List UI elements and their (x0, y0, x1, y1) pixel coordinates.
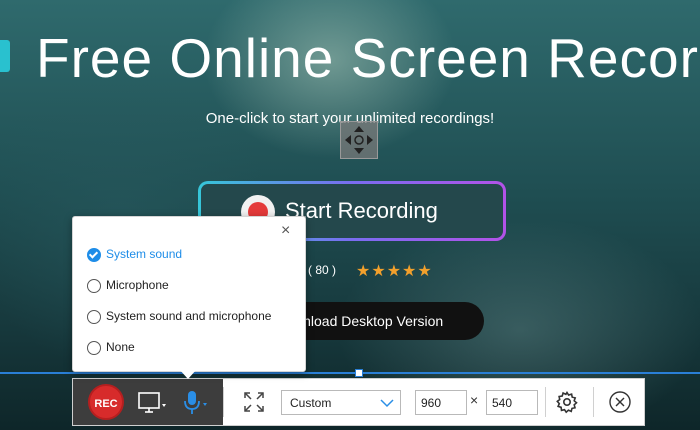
toolbar-source-section: REC (73, 379, 223, 425)
side-tab[interactable] (0, 40, 10, 72)
audio-source-menu: × System sound Microphone System sound a… (72, 216, 306, 379)
move-handle[interactable] (340, 121, 378, 159)
toolbar-divider (545, 387, 546, 417)
radio-icon (87, 279, 101, 293)
audio-option-label: None (106, 340, 135, 354)
download-desktop-label: wnload Desktop Version (293, 313, 444, 329)
display-icon[interactable] (137, 391, 167, 415)
gear-icon[interactable] (555, 390, 579, 414)
dimension-separator: × (470, 392, 479, 408)
rec-button[interactable]: REC (88, 384, 124, 420)
size-preset-select[interactable]: Custom (281, 390, 401, 415)
toolbar-divider (593, 387, 594, 417)
capture-region-border (0, 372, 700, 374)
size-preset-value: Custom (290, 396, 332, 410)
radio-icon (87, 341, 101, 355)
recorder-toolbar: REC Custom 960 × 540 (72, 378, 645, 426)
start-recording-label: Start Recording (285, 198, 438, 223)
audio-option-label: Microphone (106, 278, 169, 292)
chevron-down-icon (380, 399, 394, 408)
region-resize-handle[interactable] (355, 369, 363, 377)
height-input[interactable]: 540 (486, 390, 538, 415)
radio-icon (87, 310, 101, 324)
width-input[interactable]: 960 (415, 390, 467, 415)
menu-pointer (179, 369, 197, 379)
close-icon[interactable]: × (281, 223, 290, 239)
download-desktop-button[interactable]: wnload Desktop Version (275, 302, 484, 340)
checkmark-icon (87, 248, 101, 262)
audio-option-label: System sound (106, 247, 183, 261)
close-circle-icon[interactable] (608, 390, 632, 414)
page-title: Free Online Screen Recorder (36, 27, 700, 89)
move-icon (345, 126, 373, 154)
rating-stars: ★★★★★ (356, 263, 433, 280)
microphone-icon[interactable] (181, 389, 211, 417)
toolbar-divider (223, 387, 224, 417)
audio-option-label: System sound and microphone (106, 309, 272, 323)
fullscreen-icon[interactable] (243, 391, 265, 413)
